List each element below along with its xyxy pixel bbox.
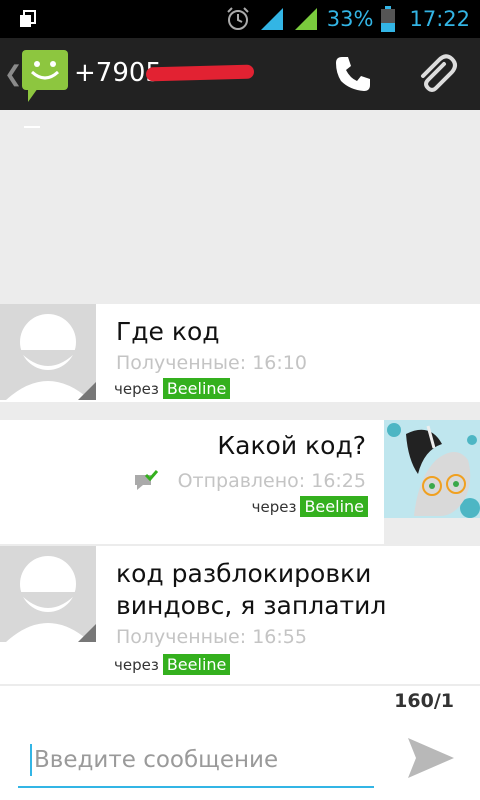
contact-avatar[interactable]	[0, 546, 96, 642]
message-via: через Beeline	[252, 496, 368, 517]
scroll-indicator	[24, 126, 40, 128]
message-input-wrap[interactable]	[18, 734, 374, 788]
back-chevron-icon[interactable]: ❮	[4, 62, 22, 87]
carrier-badge: Beeline	[162, 654, 231, 675]
avatar-corner	[78, 624, 96, 642]
battery-icon	[381, 6, 396, 32]
action-bar: ❮ +7905	[0, 38, 480, 110]
message-incoming[interactable]: Где код Полученные: 16:10 через Beeline	[0, 304, 480, 402]
paperclip-icon[interactable]	[414, 52, 458, 96]
message-text: Где код	[116, 317, 220, 346]
message-via: через Beeline	[114, 654, 231, 675]
signal-icon-2	[294, 8, 317, 30]
message-input[interactable]	[32, 742, 366, 778]
signal-icon	[260, 8, 283, 30]
conversation-list[interactable]: Где код Полученные: 16:10 через Beeline …	[0, 110, 480, 688]
carrier-badge: Beeline	[162, 378, 231, 399]
avatar-corner	[78, 382, 96, 400]
message-text-line1: код разблокировки	[116, 559, 372, 588]
phone-icon[interactable]	[333, 54, 373, 94]
char-counter: 160/1	[394, 690, 454, 712]
message-via: через Beeline	[114, 378, 231, 399]
message-outgoing[interactable]: Какой код? Отправлено: 16:25 через Beeli…	[0, 420, 384, 544]
redaction-mark	[145, 64, 255, 82]
message-status: Полученные: 16:55	[116, 626, 307, 648]
delivered-icon	[135, 470, 158, 490]
message-status: Полученные: 16:10	[116, 352, 307, 374]
message-incoming[interactable]: код разблокировки виндовс, я заплатил По…	[0, 546, 480, 684]
via-label: через	[251, 497, 297, 516]
status-bar: 33% 17:22	[0, 0, 480, 38]
via-label: через	[114, 379, 159, 398]
alarm-icon	[227, 7, 249, 30]
message-text-line2: виндовс, я заплатил	[116, 591, 387, 620]
battery-percent: 33%	[326, 7, 374, 31]
send-icon[interactable]	[406, 734, 456, 782]
self-avatar[interactable]	[384, 420, 480, 518]
messaging-app-icon[interactable]	[22, 50, 68, 102]
notification-icon	[20, 10, 36, 27]
message-text: Какой код?	[217, 431, 366, 460]
clock: 17:22	[409, 7, 470, 31]
via-label: через	[114, 655, 159, 674]
contact-avatar[interactable]	[0, 304, 96, 400]
carrier-badge: Beeline	[300, 496, 368, 517]
message-status: Отправлено: 16:25	[177, 470, 366, 492]
pony-avatar-icon	[387, 423, 480, 518]
